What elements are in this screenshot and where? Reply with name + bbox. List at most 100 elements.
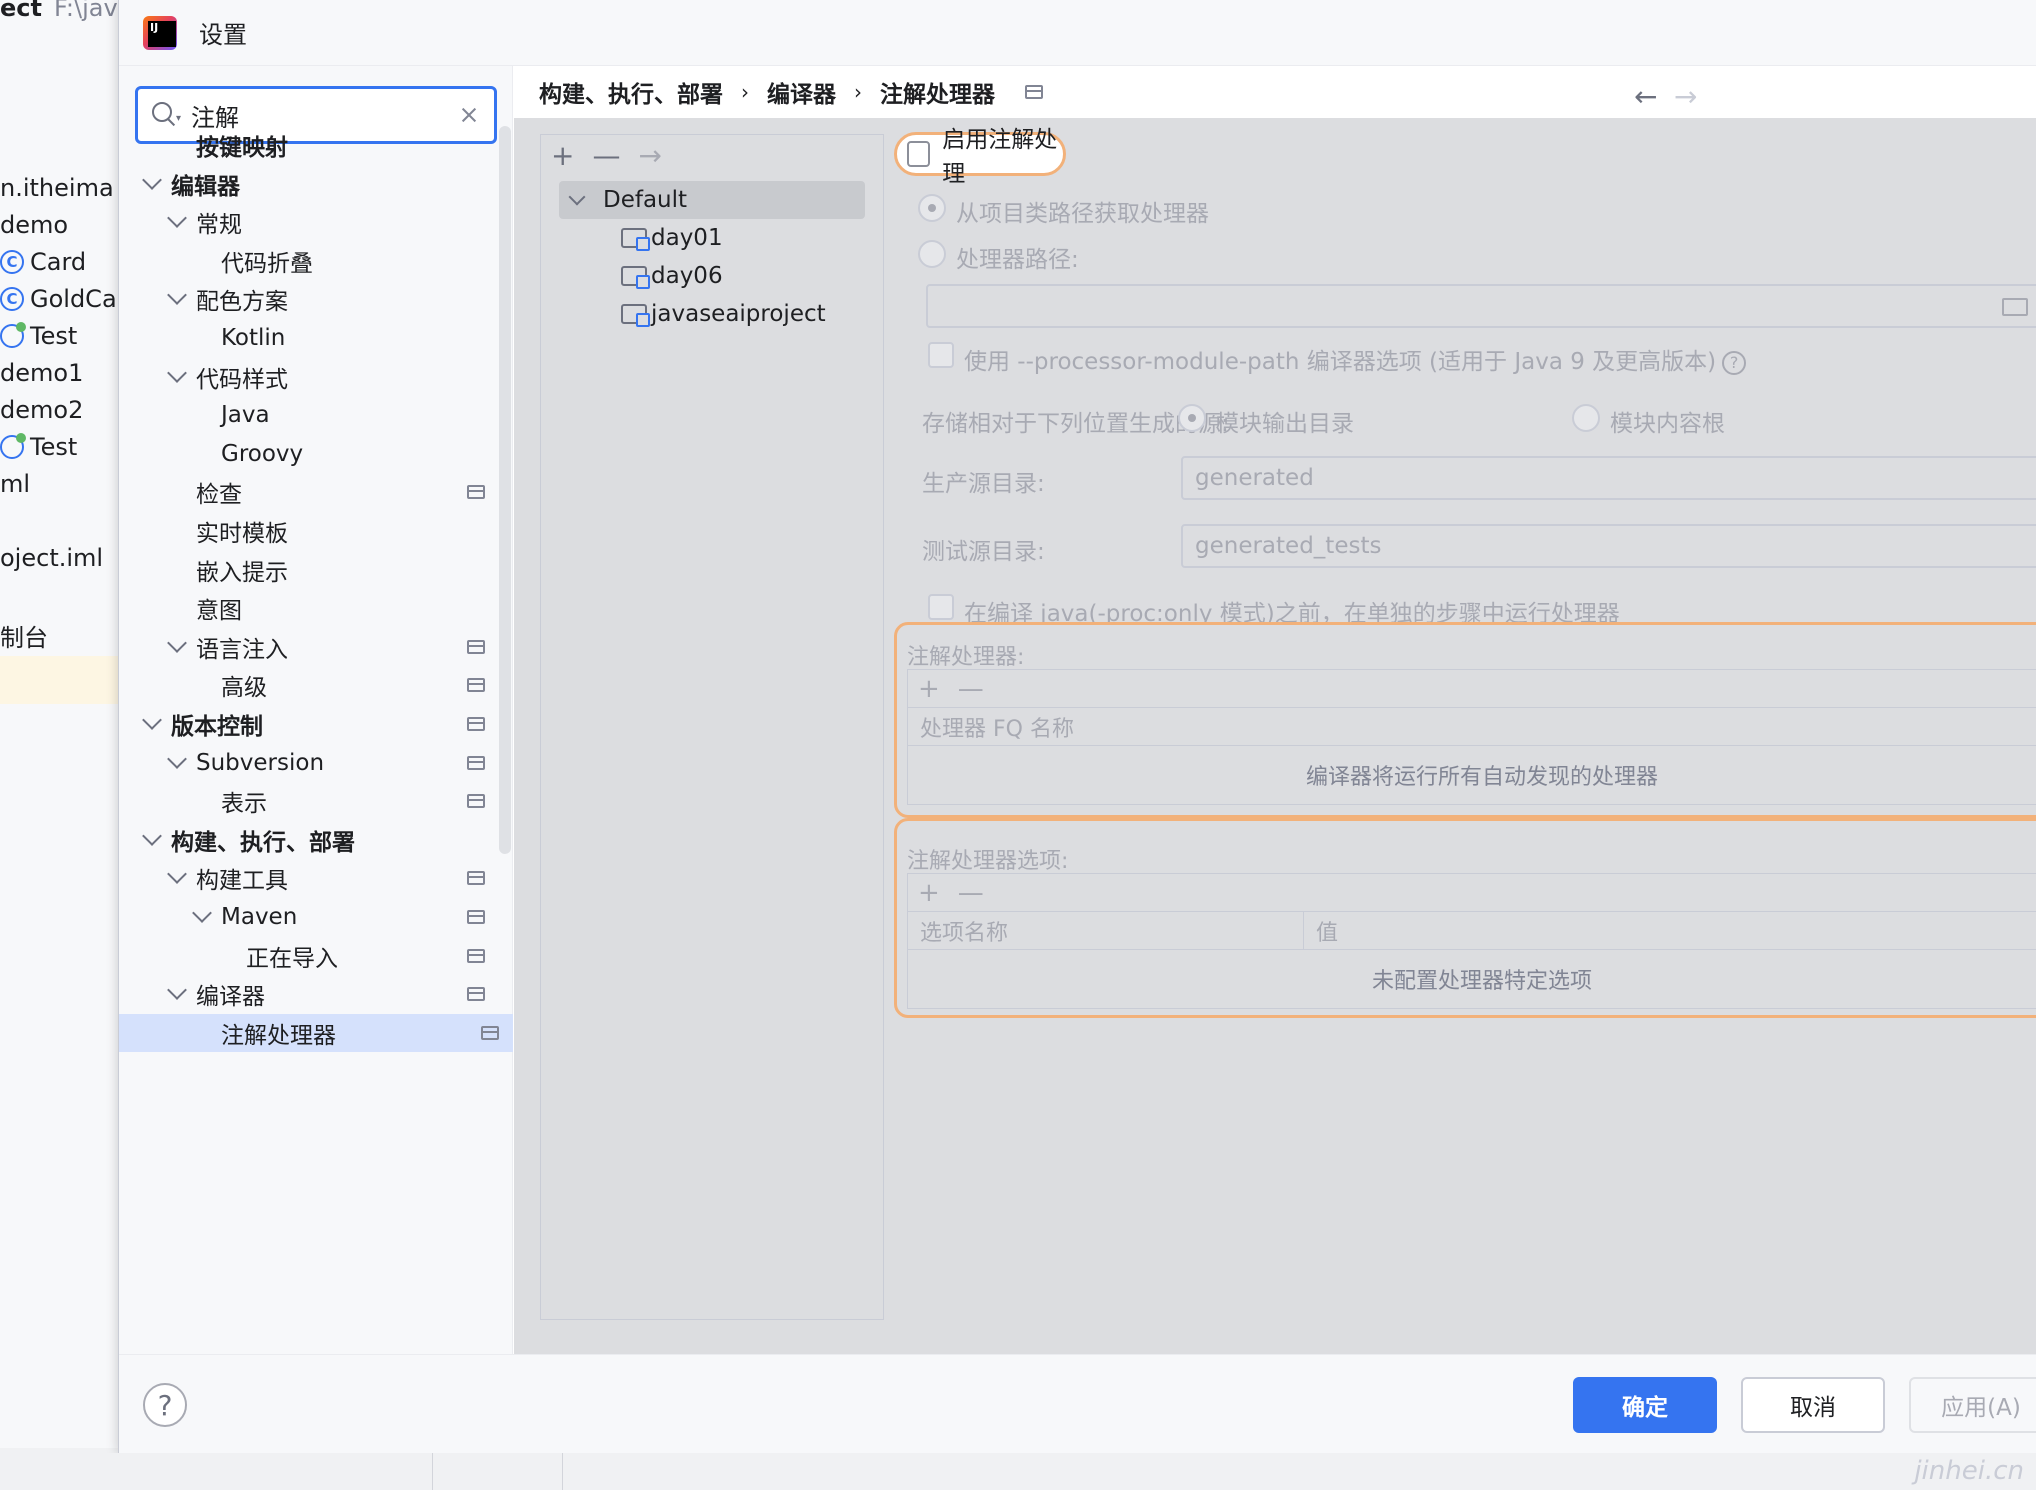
- module-item[interactable]: day06: [621, 257, 723, 295]
- tree-item[interactable]: Subversion: [119, 744, 499, 782]
- tree-item[interactable]: 编译器: [119, 975, 499, 1013]
- tree-item-label: Groovy: [221, 440, 304, 467]
- ide-tree-item[interactable]: C Card: [0, 248, 86, 276]
- chevron-down-icon[interactable]: [142, 825, 162, 846]
- cancel-button[interactable]: 取消: [1741, 1377, 1885, 1433]
- forward-arrow-icon[interactable]: →: [1674, 80, 1697, 113]
- module-output-radio[interactable]: [1178, 404, 1206, 432]
- processors-table: + — 处理器 FQ 名称 编译器将运行所有自动发现的处理器: [907, 669, 2036, 805]
- processor-path-radio[interactable]: [918, 240, 946, 268]
- tree-item[interactable]: Maven: [119, 898, 499, 936]
- add-option-button[interactable]: +: [918, 878, 940, 908]
- tree-item[interactable]: 版本控制: [119, 705, 499, 743]
- chevron-down-icon[interactable]: [142, 710, 162, 730]
- chevron-down-icon[interactable]: [167, 362, 187, 383]
- search-input[interactable]: [191, 101, 432, 129]
- folder-browse-icon[interactable]: [2002, 298, 2028, 316]
- chevron-down-icon[interactable]: [167, 285, 187, 306]
- dialog-title: 设置: [199, 21, 247, 49]
- project-scope-icon: [467, 639, 485, 654]
- tree-item[interactable]: 嵌入提示: [119, 551, 499, 589]
- tree-item[interactable]: 构建工具: [119, 859, 499, 897]
- project-scope-icon: [467, 755, 485, 770]
- ide-tree-item[interactable]: n.itheima: [0, 174, 114, 202]
- enable-checkbox[interactable]: [907, 141, 931, 167]
- chevron-down-icon[interactable]: [568, 188, 586, 206]
- tree-item[interactable]: 表示: [119, 782, 499, 820]
- tree-item[interactable]: Java: [119, 396, 499, 434]
- move-module-button[interactable]: →: [638, 139, 661, 172]
- apply-button[interactable]: 应用(A): [1909, 1377, 2036, 1433]
- tree-item[interactable]: 配色方案: [119, 280, 499, 318]
- prod-source-field[interactable]: generated: [1181, 456, 2036, 500]
- remove-option-button[interactable]: —: [958, 878, 984, 908]
- tree-item[interactable]: 注解处理器: [119, 1013, 513, 1052]
- module-item[interactable]: javaseaiproject: [621, 295, 826, 333]
- ok-button[interactable]: 确定: [1573, 1377, 1717, 1433]
- ide-tree-item[interactable]: demo2: [0, 396, 83, 424]
- remove-profile-button[interactable]: —: [592, 139, 620, 172]
- help-button[interactable]: ?: [143, 1383, 187, 1427]
- chevron-down-icon[interactable]: [167, 864, 187, 885]
- module-path-checkbox[interactable]: [928, 342, 954, 368]
- chevron-down-icon[interactable]: [142, 169, 162, 190]
- option-name-column[interactable]: 选项名称: [908, 912, 1304, 949]
- help-icon[interactable]: ?: [1722, 350, 1747, 375]
- tree-item[interactable]: 代码样式: [119, 358, 499, 396]
- ide-tree-item[interactable]: Test: [0, 322, 77, 350]
- profile-default[interactable]: Default: [559, 181, 865, 219]
- chevron-down-icon[interactable]: [167, 748, 187, 769]
- tree-item[interactable]: 高级: [119, 666, 499, 704]
- processor-fq-name-column[interactable]: 处理器 FQ 名称: [908, 708, 1074, 745]
- tree-item[interactable]: 构建、执行、部署: [119, 821, 499, 859]
- tree-item[interactable]: 常规: [119, 203, 499, 241]
- clear-icon[interactable]: [458, 104, 480, 126]
- tree-item[interactable]: 实时模板: [119, 512, 499, 550]
- tree-scrollbar[interactable]: [499, 126, 511, 854]
- from-classpath-label: 从项目类路径获取处理器: [956, 201, 1209, 227]
- back-arrow-icon[interactable]: ←: [1634, 80, 1657, 113]
- tree-item[interactable]: 正在导入: [119, 937, 499, 975]
- processor-path-field[interactable]: [926, 284, 2036, 328]
- tree-item[interactable]: Groovy: [119, 435, 499, 473]
- from-classpath-radio[interactable]: [918, 194, 946, 222]
- test-source-field[interactable]: generated_tests: [1181, 524, 2036, 568]
- enable-annotation-processing[interactable]: 启用注解处理: [894, 127, 1066, 187]
- run-separately-checkbox[interactable]: [928, 594, 954, 620]
- tree-item[interactable]: 按键映射: [119, 126, 499, 164]
- module-item[interactable]: day01: [621, 219, 723, 257]
- ide-tree-item[interactable]: Test: [0, 433, 77, 461]
- tree-item-label: 配色方案: [196, 289, 288, 316]
- remove-processor-button[interactable]: —: [958, 674, 984, 704]
- search-icon[interactable]: [152, 102, 178, 128]
- breadcrumb-separator: ›: [741, 80, 749, 104]
- ide-tree-item[interactable]: ml: [0, 470, 30, 498]
- ide-tree-label: demo: [0, 211, 69, 239]
- tree-item[interactable]: 编辑器: [119, 165, 499, 203]
- add-profile-button[interactable]: +: [551, 139, 574, 172]
- breadcrumb-item[interactable]: 编译器: [767, 75, 836, 109]
- ide-tree-item[interactable]: oject.iml: [0, 544, 103, 572]
- tree-item[interactable]: 语言注入: [119, 628, 499, 666]
- ide-tree-item[interactable]: demo1: [0, 359, 83, 387]
- tree-item[interactable]: Kotlin: [119, 319, 499, 357]
- project-scope-icon: [467, 871, 485, 886]
- tree-item[interactable]: 意图: [119, 589, 499, 627]
- option-value-column[interactable]: 值: [1304, 912, 1338, 949]
- breadcrumb-item[interactable]: 构建、执行、部署: [539, 75, 723, 109]
- chevron-down-icon[interactable]: [167, 980, 187, 1001]
- project-scope-icon: [467, 987, 485, 1002]
- ide-tree-item[interactable]: demo: [0, 211, 68, 239]
- ide-tree-item[interactable]: C GoldCa: [0, 285, 117, 313]
- tree-item[interactable]: 检查: [119, 473, 499, 511]
- ide-tree-label: Test: [30, 322, 78, 350]
- chevron-down-icon[interactable]: [192, 903, 212, 923]
- annotation-settings-form: 启用注解处理 从项目类路径获取处理器 处理器路径: 使用 --processor…: [894, 118, 2036, 1354]
- chevron-down-icon[interactable]: [167, 632, 187, 653]
- ide-tree-item[interactable]: 制台: [0, 618, 48, 653]
- module-content-radio[interactable]: [1572, 404, 1600, 432]
- add-processor-button[interactable]: +: [918, 674, 940, 704]
- chevron-down-icon[interactable]: [167, 208, 187, 229]
- project-scope-icon: [467, 485, 485, 500]
- tree-item[interactable]: 代码折叠: [119, 242, 499, 280]
